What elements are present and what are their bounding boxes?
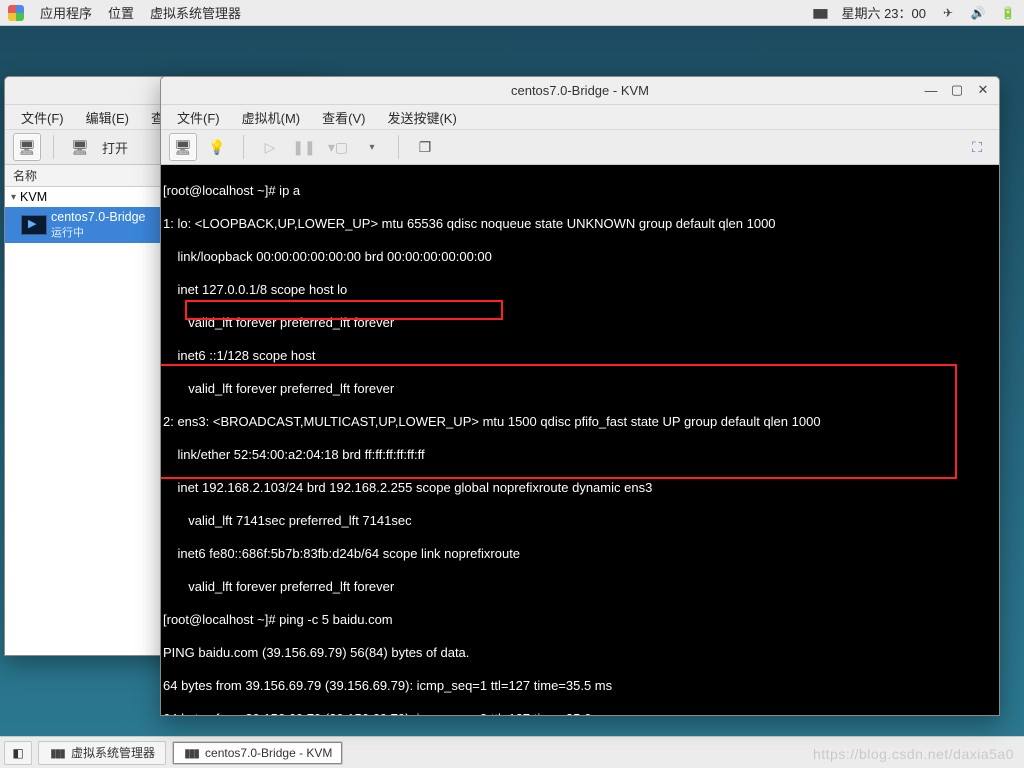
term-line: [root@localhost ~]# ip a <box>163 183 300 198</box>
separator <box>243 135 244 159</box>
kvm-menu-vm[interactable]: 虚拟机(M) <box>232 106 311 129</box>
vm-name: centos7.0-Bridge <box>51 210 146 224</box>
shutdown-button[interactable]: ▾▢ <box>324 133 352 161</box>
console-button[interactable]: 🖥 <box>169 133 197 161</box>
keyboard-indicator-icon[interactable]: ▮▮▮ <box>811 7 827 19</box>
snapshot-button[interactable]: ❐ <box>411 133 439 161</box>
kvm-menu-sendkey[interactable]: 发送按键(K) <box>377 106 466 129</box>
separator <box>398 135 399 159</box>
term-line: valid_lft forever preferred_lft forever <box>163 579 394 594</box>
fullscreen-button[interactable]: ⛶ <box>963 133 991 161</box>
watermark: https://blog.csdn.net/daxia5a0 <box>813 746 1014 762</box>
pause-button[interactable]: ❚❚ <box>290 133 318 161</box>
new-vm-button[interactable]: 🖥 <box>13 133 41 161</box>
kvm-menu-view[interactable]: 查看(V) <box>312 106 375 129</box>
term-line: valid_lft 7141sec preferred_lft 7141sec <box>163 513 412 528</box>
airplane-icon[interactable]: ✈ <box>940 7 956 19</box>
guest-terminal[interactable]: [root@localhost ~]# ip a 1: lo: <LOOPBAC… <box>161 165 999 715</box>
kvm-task-icon: ▮▮▮ <box>183 747 199 759</box>
top-panel: 应用程序 位置 虚拟系统管理器 ▮▮▮ 星期六 23：00 ✈ 🔊 🔋 <box>0 0 1024 26</box>
term-line: inet 192.168.2.103/24 brd 192.168.2.255 … <box>163 480 652 495</box>
close-button[interactable]: ✕ <box>973 81 993 99</box>
vmm-task-icon: ▮▮▮ <box>49 747 65 759</box>
term-line: valid_lft forever preferred_lft forever <box>163 315 394 330</box>
term-line: inet6 ::1/128 scope host <box>163 348 316 363</box>
task-vmm[interactable]: ▮▮▮ 虚拟系统管理器 <box>38 741 166 765</box>
kvm-menubar: 文件(F) 虚拟机(M) 查看(V) 发送按键(K) <box>161 105 999 129</box>
activities-icon[interactable] <box>8 5 24 21</box>
task-kvm-console[interactable]: ▮▮▮ centos7.0-Bridge - KVM <box>172 741 343 765</box>
volume-icon[interactable]: 🔊 <box>970 7 986 19</box>
details-button[interactable]: 💡 <box>203 133 231 161</box>
bottom-panel: ◧ ▮▮▮ 虚拟系统管理器 ▮▮▮ centos7.0-Bridge - KVM… <box>0 736 1024 768</box>
expand-icon[interactable]: ▾ <box>11 192 16 203</box>
term-line: link/loopback 00:00:00:00:00:00 brd 00:0… <box>163 249 492 264</box>
vm-state: 运行中 <box>51 224 146 240</box>
menu-vmm-title[interactable]: 虚拟系统管理器 <box>150 3 241 22</box>
vmm-menu-edit[interactable]: 编辑(E) <box>76 106 139 129</box>
start-button[interactable]: ▷ <box>256 133 284 161</box>
term-line: valid_lft forever preferred_lft forever <box>163 381 394 396</box>
term-line: [root@localhost ~]# ping -c 5 baidu.com <box>163 612 393 627</box>
vm-running-icon <box>21 215 47 235</box>
kvm-title: centos7.0-Bridge - KVM <box>511 83 649 98</box>
task-vmm-label: 虚拟系统管理器 <box>71 744 155 761</box>
shutdown-menu-icon[interactable]: ▾ <box>358 133 386 161</box>
menu-places[interactable]: 位置 <box>108 3 134 22</box>
open-console-icon[interactable]: 🖥 <box>66 133 94 161</box>
battery-icon[interactable]: 🔋 <box>1000 7 1016 19</box>
vmm-menu-file[interactable]: 文件(F) <box>11 106 74 129</box>
menu-applications[interactable]: 应用程序 <box>40 3 92 22</box>
clock[interactable]: 星期六 23：00 <box>841 3 926 22</box>
term-line: 2: ens3: <BROADCAST,MULTICAST,UP,LOWER_U… <box>163 414 821 429</box>
kvm-window[interactable]: centos7.0-Bridge - KVM — ▢ ✕ 文件(F) 虚拟机(M… <box>160 76 1000 716</box>
kvm-titlebar[interactable]: centos7.0-Bridge - KVM — ▢ ✕ <box>161 77 999 105</box>
term-line: 64 bytes from 39.156.69.79 (39.156.69.79… <box>163 711 612 715</box>
term-line: inet 127.0.0.1/8 scope host lo <box>163 282 347 297</box>
kvm-toolbar: 🖥 💡 ▷ ❚❚ ▾▢ ▾ ❐ ⛶ <box>161 129 999 165</box>
term-line: link/ether 52:54:00:a2:04:18 brd ff:ff:f… <box>163 447 425 462</box>
task-kvm-label: centos7.0-Bridge - KVM <box>205 746 332 760</box>
minimize-button[interactable]: — <box>921 81 941 99</box>
separator <box>53 135 54 159</box>
maximize-button[interactable]: ▢ <box>947 81 967 99</box>
open-button[interactable]: 打开 <box>102 138 128 157</box>
term-line: PING baidu.com (39.156.69.79) 56(84) byt… <box>163 645 469 660</box>
connection-label: KVM <box>20 190 47 204</box>
term-line: 1: lo: <LOOPBACK,UP,LOWER_UP> mtu 65536 … <box>163 216 776 231</box>
kvm-menu-file[interactable]: 文件(F) <box>167 106 230 129</box>
term-line: 64 bytes from 39.156.69.79 (39.156.69.79… <box>163 678 612 693</box>
term-line: inet6 fe80::686f:5b7b:83fb:d24b/64 scope… <box>163 546 520 561</box>
show-desktop-button[interactable]: ◧ <box>4 741 32 765</box>
